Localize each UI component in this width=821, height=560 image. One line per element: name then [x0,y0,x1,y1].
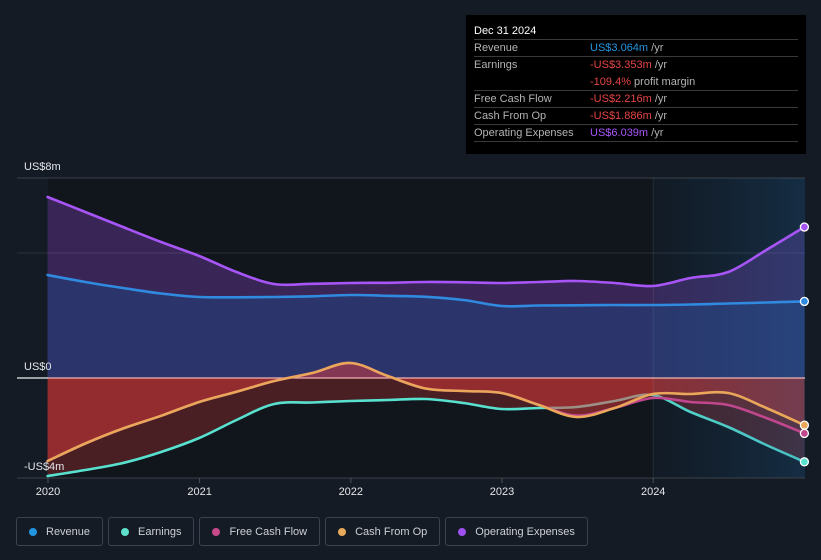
earnings-end-marker[interactable] [799,457,810,467]
tooltip-unit: /yr [654,93,668,105]
legend-dot-icon [121,527,130,536]
tooltip-unit: /yr [651,42,664,54]
tooltip-unit: /yr [651,127,664,139]
legend-label: Operating Expenses [475,525,575,538]
revenue-end-marker[interactable] [799,296,810,307]
legend-label: Revenue [46,525,91,538]
tooltip-value: US$6.039m [590,127,649,139]
tooltip-unit: /yr [654,110,668,122]
opex-end-marker[interactable] [799,222,810,232]
fcf-end-marker[interactable] [799,428,810,439]
tooltip-label: Cash From Op [474,110,547,122]
legend-item-revenue[interactable]: Revenue [16,517,104,546]
legend-dot-icon [458,527,467,536]
tooltip-row-profit-margin: -109.4% profit margin [474,74,798,91]
legend-item-earnings[interactable]: Earnings [108,517,195,546]
tooltip-value: -US$2.216m [590,93,652,105]
tooltip-label: Earnings [474,59,518,71]
y-tick-label: US$0 [24,361,52,373]
tooltip-row-earnings: Earnings -US$3.353m /yr [474,57,798,74]
legend-item-operating-expenses[interactable]: Operating Expenses [445,517,588,546]
highlight-region [653,178,805,478]
y-tick-label: -US$4m [24,461,64,473]
x-tick-label: 2020 [36,486,60,498]
tooltip-unit: /yr [654,59,668,71]
x-tick-label: 2022 [339,486,363,498]
y-tick-label: US$8m [24,161,61,173]
tooltip-label: Operating Expenses [474,127,574,139]
legend-dot-icon [212,527,221,536]
tooltip-label: Revenue [474,42,519,54]
legend: Revenue Earnings Free Cash Flow Cash Fro… [16,517,593,546]
tooltip-row-cash-from-op: Cash From Op -US$1.886m /yr [474,108,798,125]
tooltip-value: -109.4% [590,76,631,88]
legend-item-free-cash-flow[interactable]: Free Cash Flow [199,517,321,546]
legend-dot-icon [29,527,37,536]
x-tick-label: 2024 [641,486,665,498]
x-tick-label: 2021 [187,486,211,498]
legend-label: Earnings [138,525,182,538]
legend-item-cash-from-op[interactable]: Cash From Op [325,517,441,546]
cfo-end-marker[interactable] [799,420,810,430]
tooltip-value: -US$1.886m [590,110,652,122]
tooltip-label: Free Cash Flow [474,93,552,105]
tooltip-label [474,74,590,90]
tooltip-row-free-cash-flow: Free Cash Flow -US$2.216m /yr [474,91,798,108]
tooltip-row-operating-expenses: Operating Expenses US$6.039m /yr [474,125,798,142]
tooltip-value: US$3.064m [590,42,649,54]
tooltip-row-revenue: Revenue US$3.064m /yr [474,40,798,57]
tooltip-value: -US$3.353m [590,59,652,71]
x-tick-label: 2023 [490,486,514,498]
tooltip-date: Dec 31 2024 [474,22,798,40]
tooltip: Dec 31 2024 Revenue US$3.064m /yr Earnin… [466,15,806,154]
legend-label: Free Cash Flow [229,525,308,538]
legend-dot-icon [338,527,347,536]
tooltip-unit: profit margin [634,76,696,88]
legend-label: Cash From Op [355,525,428,538]
